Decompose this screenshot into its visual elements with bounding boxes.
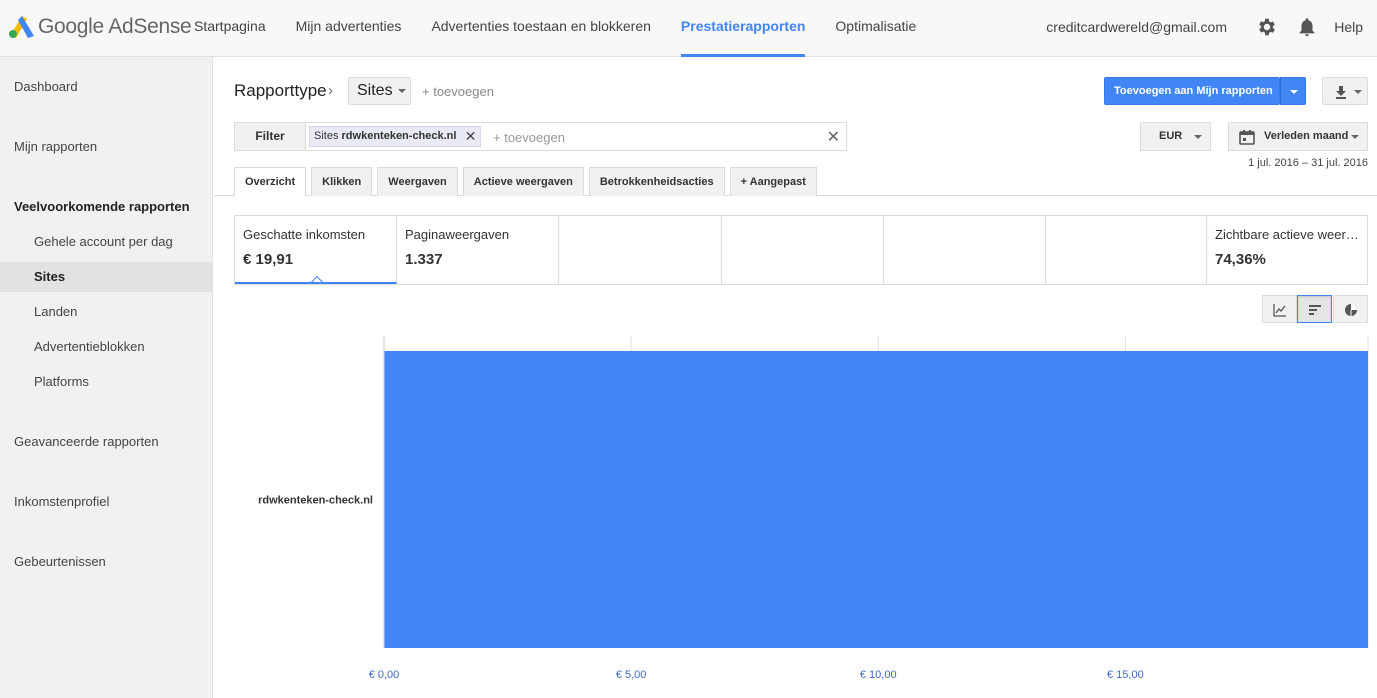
calendar-icon xyxy=(1239,130,1255,145)
filter-button[interactable]: Filter xyxy=(234,122,306,151)
chevron-down-icon xyxy=(1194,135,1202,139)
filter-input-box[interactable]: Sites rdwkenteken-check.nl ✕ + toevoegen… xyxy=(306,122,847,151)
line-chart-button[interactable] xyxy=(1262,295,1297,323)
tab-klikken[interactable]: Klikken xyxy=(311,167,373,196)
add-to-reports-menu-button[interactable] xyxy=(1280,77,1306,105)
selected-notch xyxy=(309,275,325,282)
sidebar-item-sites[interactable]: Sites xyxy=(0,262,213,292)
sidebar: Dashboard Mijn rapporten Veelvoorkomende… xyxy=(0,57,213,698)
x-tick-label: € 0,00 xyxy=(369,669,400,681)
adsense-logo[interactable]: Google AdSense xyxy=(8,12,192,42)
sidebar-item-landen[interactable]: Landen xyxy=(0,297,213,327)
gear-icon[interactable] xyxy=(1256,16,1278,38)
scorecard-label: Geschatte inkomsten xyxy=(243,227,366,242)
filter-chip-prefix: Sites xyxy=(314,130,339,142)
add-to-my-reports-button[interactable]: Toevoegen aan Mijn rapporten xyxy=(1104,77,1280,105)
nav-item-advertenties-toestaan[interactable]: Advertenties toestaan en blokkeren xyxy=(431,0,650,57)
scorecard-paginaweergaven[interactable]: Paginaweergaven 1.337 xyxy=(397,216,559,284)
period-select[interactable]: Verleden maand xyxy=(1228,122,1368,151)
date-range: 1 jul. 2016 – 31 jul. 2016 xyxy=(1248,157,1368,169)
sidebar-item-veelvoorkomende-rapporten[interactable]: Veelvoorkomende rapporten xyxy=(0,192,213,222)
x-tick-label: € 10,00 xyxy=(860,669,897,681)
bell-icon[interactable] xyxy=(1296,16,1318,38)
filter-chip-value: rdwkenteken-check.nl xyxy=(341,130,457,142)
scorecard-label: Paginaweergaven xyxy=(405,227,510,242)
bar xyxy=(384,351,1368,648)
scorecard-empty xyxy=(722,216,884,284)
currency-value: EUR xyxy=(1159,130,1183,142)
scorecard-value: 74,36% xyxy=(1215,251,1266,268)
close-icon[interactable]: ✕ xyxy=(465,127,477,146)
category-label: rdwkenteken-check.nl xyxy=(258,495,373,507)
dimension-select-value: Sites xyxy=(357,82,393,99)
bar-chart-button[interactable] xyxy=(1297,295,1332,323)
scorecards: Geschatte inkomsten € 19,91 Paginaweerga… xyxy=(234,215,1368,285)
tab-betrokkenheidsacties[interactable]: Betrokkenheidsacties xyxy=(588,167,725,196)
earnings-bar-chart: € 0,00 € 5,00 € 10,00 € 15,00 rdwkenteken-ch… xyxy=(258,336,1369,681)
sidebar-item-geavanceerde-rapporten[interactable]: Geavanceerde rapporten xyxy=(0,427,213,457)
nav-item-mijn-advertenties[interactable]: Mijn advertenties xyxy=(296,0,402,57)
download-button[interactable] xyxy=(1322,77,1368,105)
breadcrumb-arrow: › xyxy=(328,82,333,99)
account-email[interactable]: creditcardwereld@gmail.com xyxy=(1046,19,1227,35)
top-bar: Google AdSense Startpagina Mijn adverten… xyxy=(0,0,1377,57)
nav-item-prestatierapporten[interactable]: Prestatierapporten xyxy=(680,0,806,57)
currency-select[interactable]: EUR xyxy=(1140,122,1211,151)
main-content: Rapporttype › Sites + toevoegen Toevoege… xyxy=(214,57,1377,698)
sidebar-item-gebeurtenissen[interactable]: Gebeurtenissen xyxy=(0,547,213,577)
sidebar-item-inkomstenprofiel[interactable]: Inkomstenprofiel xyxy=(0,487,213,517)
period-value: Verleden maand xyxy=(1264,130,1349,142)
bar-chart-icon xyxy=(1309,305,1321,315)
sidebar-item-advertentieblokken[interactable]: Advertentieblokken xyxy=(0,332,213,362)
adsense-logo-icon xyxy=(9,16,34,38)
chevron-down-icon xyxy=(1290,90,1298,94)
tab-weergaven[interactable]: Weergaven xyxy=(377,167,458,196)
tab-aangepast[interactable]: + Aangepast xyxy=(729,167,817,196)
scorecard-value: 1.337 xyxy=(405,251,443,268)
sidebar-item-dashboard[interactable]: Dashboard xyxy=(0,72,213,102)
pie-chart-button[interactable] xyxy=(1333,295,1368,323)
filter-add-placeholder[interactable]: + toevoegen xyxy=(493,130,565,145)
x-tick-label: € 5,00 xyxy=(616,669,647,681)
x-tick-label: € 15,00 xyxy=(1107,669,1144,681)
clear-filter-icon[interactable]: ✕ xyxy=(827,127,840,147)
sidebar-item-mijn-rapporten[interactable]: Mijn rapporten xyxy=(0,132,213,162)
scorecard-zichtbare-actieve-weergaven[interactable]: Zichtbare actieve weer… 74,36% xyxy=(1207,216,1367,284)
sidebar-item-gehele-account-per-dag[interactable]: Gehele account per dag xyxy=(0,227,213,257)
scorecard-empty xyxy=(884,216,1046,284)
help-link[interactable]: Help xyxy=(1334,19,1363,35)
nav-item-startpagina[interactable]: Startpagina xyxy=(194,0,266,57)
scorecard-empty xyxy=(1046,216,1207,284)
download-icon xyxy=(1336,86,1346,99)
sidebar-item-platforms[interactable]: Platforms xyxy=(0,367,213,397)
add-dimension-link[interactable]: + toevoegen xyxy=(422,84,494,99)
tab-actieve-weergaven[interactable]: Actieve weergaven xyxy=(462,167,584,196)
chevron-down-icon xyxy=(1351,135,1359,139)
scorecard-geschatte-inkomsten[interactable]: Geschatte inkomsten € 19,91 xyxy=(235,216,397,284)
nav-item-optimalisatie[interactable]: Optimalisatie xyxy=(835,0,916,57)
scorecard-empty xyxy=(559,216,722,284)
dimension-select[interactable]: Sites xyxy=(348,77,411,105)
main-nav: Startpagina Mijn advertenties Advertenti… xyxy=(194,0,946,57)
report-type-label: Rapporttype xyxy=(234,81,327,100)
tab-overzicht[interactable]: Overzicht xyxy=(234,167,307,197)
logo-text: Google AdSense xyxy=(38,15,192,38)
filter-chip: Sites rdwkenteken-check.nl ✕ xyxy=(309,126,482,147)
chevron-down-icon xyxy=(397,88,406,93)
scorecard-value: € 19,91 xyxy=(243,251,294,268)
scorecard-label: Zichtbare actieve weer… xyxy=(1215,227,1359,242)
chevron-down-icon xyxy=(1354,90,1362,94)
line-chart-icon xyxy=(1273,304,1286,317)
metric-tabs: Overzicht Klikken Weergaven Actieve weer… xyxy=(234,167,822,197)
pie-chart-icon xyxy=(1345,304,1357,316)
